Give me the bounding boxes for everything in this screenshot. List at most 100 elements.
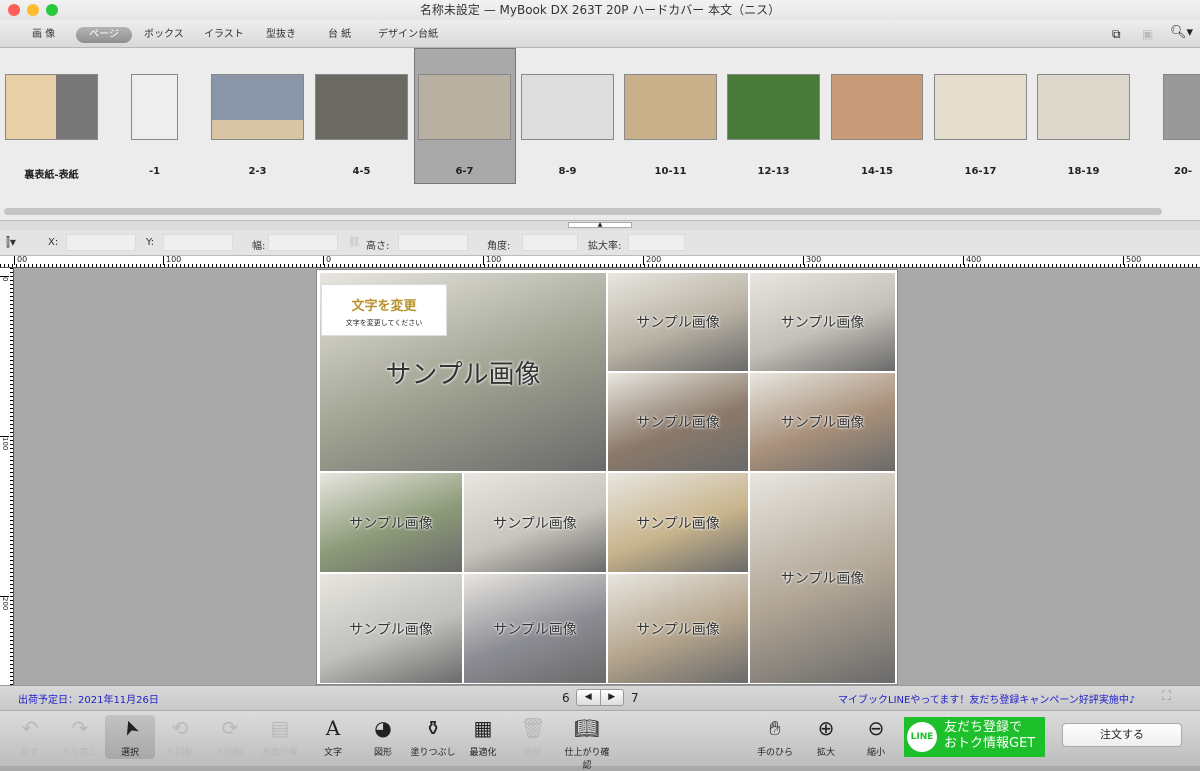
page-left-number: 6 xyxy=(562,691,570,705)
text-tool-button[interactable]: A 文字 xyxy=(308,715,358,758)
text-box[interactable]: 文字を変更 文字を変更してください xyxy=(321,284,447,336)
page-thumbnail[interactable] xyxy=(211,74,304,140)
ruler-label: 100 xyxy=(0,436,9,451)
width-field[interactable] xyxy=(268,234,338,251)
sample-image[interactable]: サンプル画像 xyxy=(319,573,463,684)
x-field[interactable] xyxy=(66,234,136,251)
ruler-label: 00 xyxy=(14,256,27,265)
scale-field[interactable] xyxy=(628,234,685,251)
prev-page-button[interactable]: ◀ xyxy=(577,690,601,705)
sample-image[interactable]: サンプル画像 xyxy=(749,372,896,472)
sample-image-label: サンプル画像 xyxy=(780,315,865,331)
optimize-tool-button[interactable]: ▦ 最適化 xyxy=(458,715,508,758)
undo-tool-button[interactable]: ↶ 戻す xyxy=(5,715,55,758)
sample-image[interactable]: サンプル画像 xyxy=(607,573,749,684)
sample-image[interactable]: サンプル画像 xyxy=(463,573,607,684)
cursor-tool-button[interactable]: ➤ 選択 xyxy=(105,715,155,759)
tab-image[interactable]: 画 像 xyxy=(24,27,63,43)
width-label: 幅: xyxy=(252,241,266,252)
page-thumbnail[interactable] xyxy=(1037,74,1130,140)
hand-tool-button[interactable]: ✋︎ 手のひら xyxy=(750,715,800,758)
sample-image[interactable]: サンプル画像 xyxy=(319,472,463,573)
close-button[interactable] xyxy=(8,4,20,16)
page-thumbnail[interactable] xyxy=(131,74,178,140)
text-icon: A xyxy=(325,716,341,740)
tab-mount[interactable]: 台 紙 xyxy=(320,27,359,43)
page-thumbnail[interactable] xyxy=(521,74,614,140)
sample-image[interactable]: サンプル画像 xyxy=(749,472,896,684)
page-thumbnail[interactable] xyxy=(1163,74,1200,140)
height-field[interactable] xyxy=(398,234,468,251)
page-thumbnail[interactable] xyxy=(624,74,717,140)
y-field[interactable] xyxy=(163,234,233,251)
splitter[interactable]: ▲ xyxy=(0,220,1200,230)
ruler-label: 400 xyxy=(963,256,981,265)
sample-image[interactable]: サンプル画像 xyxy=(749,272,896,372)
sample-image-label: サンプル画像 xyxy=(349,621,433,638)
tab-page[interactable]: ページ xyxy=(76,27,132,43)
trash-tool-button[interactable]: 🗑︎ 削除 xyxy=(508,715,558,758)
page-thumbnail[interactable] xyxy=(315,74,408,140)
sample-image[interactable]: サンプル画像 xyxy=(607,372,749,472)
ship-date: 出荷予定日：2021年11月26日 xyxy=(18,695,159,706)
sample-image[interactable]: サンプル画像 xyxy=(607,472,749,573)
sample-image-label: サンプル画像 xyxy=(780,571,865,587)
sample-image-label: サンプル画像 xyxy=(493,515,577,532)
bottom-toolbar: ↶ 戻す ↷ やり直し ➤ 選択 ⟲ 左回転 ⟳ 右回転 ▤ 画像効果 A 文字 ◕ 図形 ⚱ 塗りつぶし ▦ 最適化… xyxy=(0,710,1200,771)
sample-image[interactable]: サンプル画像 xyxy=(607,272,749,372)
promo-link[interactable]: マイブックLINEやってます！友だち登録キャンペーン好評実施中♪ xyxy=(838,691,1135,706)
tool-label: 削除 xyxy=(523,748,542,758)
paste-icon[interactable]: ▣ xyxy=(1142,27,1153,41)
tool-label: 左回転 xyxy=(166,748,194,758)
copy-icon[interactable]: ⧉ xyxy=(1112,27,1121,42)
thumbnail-scrollbar[interactable] xyxy=(4,208,1162,215)
tool-label: 戻す xyxy=(20,748,39,758)
sample-image[interactable]: サンプル画像 xyxy=(463,472,607,573)
page-thumbnail[interactable] xyxy=(418,74,511,140)
tab-illust[interactable]: イラスト xyxy=(196,27,252,43)
fill-tool-button[interactable]: ⚱ 塗りつぶし xyxy=(408,715,458,758)
thumbnail-label: 16-17 xyxy=(964,166,997,177)
zoom-out-tool-button[interactable]: ⊖ 縮小 xyxy=(851,715,901,758)
page-thumbnail[interactable] xyxy=(5,74,98,140)
image-effect-tool-button[interactable]: ▤ 画像効果 xyxy=(255,715,305,758)
fullscreen-icon[interactable]: ⛶ xyxy=(1162,689,1171,704)
zoom-button[interactable] xyxy=(46,4,58,16)
minimize-button[interactable] xyxy=(27,4,39,16)
text-box-subtitle: 文字を変更してください xyxy=(345,319,423,327)
sample-image-label: サンプル画像 xyxy=(636,515,720,532)
page-thumbnail[interactable] xyxy=(831,74,923,140)
x-label: X: xyxy=(48,237,59,248)
rotate-right-tool-button[interactable]: ⟳ 右回転 xyxy=(205,715,255,758)
preview-book-tool-button[interactable]: 📖︎ 仕上がり確認 xyxy=(562,715,612,771)
thumbnail-label: 裏表紙-表紙 xyxy=(24,170,79,181)
splitter-handle[interactable]: ▲ xyxy=(568,222,632,228)
ruler-label: 0 xyxy=(0,276,9,282)
tool-label: 文字 xyxy=(323,748,342,758)
shape-tool-button[interactable]: ◕ 図形 xyxy=(358,715,408,758)
sample-image-label: サンプル画像 xyxy=(636,315,720,331)
thumbnail-label: 14-15 xyxy=(861,166,893,177)
thumbnail-label: 20- xyxy=(1173,166,1193,177)
line-banner[interactable]: LINE 友だち登録で おトク情報GET xyxy=(904,717,1045,757)
next-page-button[interactable]: ▶ xyxy=(601,690,624,705)
sample-image-label: サンプル画像 xyxy=(493,621,577,638)
order-button[interactable]: 注文する xyxy=(1062,723,1182,747)
redo-tool-button[interactable]: ↷ やり直し xyxy=(55,715,105,758)
link-icon[interactable]: ⛓ xyxy=(348,237,361,248)
sample-image-label: サンプル画像 xyxy=(636,621,720,638)
page-thumbnail[interactable] xyxy=(727,74,820,140)
page-thumbnail[interactable] xyxy=(934,74,1027,140)
search-icon[interactable]: 🔍︎▾ xyxy=(1170,25,1193,40)
ruler-label: 200 xyxy=(0,596,9,611)
trash-icon: 🗑︎ xyxy=(520,716,546,740)
rotate-left-tool-button[interactable]: ⟲ 左回転 xyxy=(155,715,205,758)
page-spread-canvas[interactable]: サンプル画像 サンプル画像 サンプル画像 サンプル画像 サンプル画像 サンプル画像 サンプル… xyxy=(316,269,898,685)
zoom-in-tool-button[interactable]: ⊕ 拡大 xyxy=(801,715,851,758)
tab-box[interactable]: ボックス xyxy=(136,27,192,43)
tab-design-mount[interactable]: デザイン台紙 xyxy=(370,27,446,43)
angle-field[interactable] xyxy=(522,234,578,251)
mode-tabs: 画 像 ページ ボックス イラスト 型抜き 台 紙 デザイン台紙 ⧉ ▣ 🔍︎▾ xyxy=(0,20,1200,48)
align-icon[interactable]: ⫿▾ xyxy=(6,235,16,250)
tab-cutout[interactable]: 型抜き xyxy=(258,27,304,43)
